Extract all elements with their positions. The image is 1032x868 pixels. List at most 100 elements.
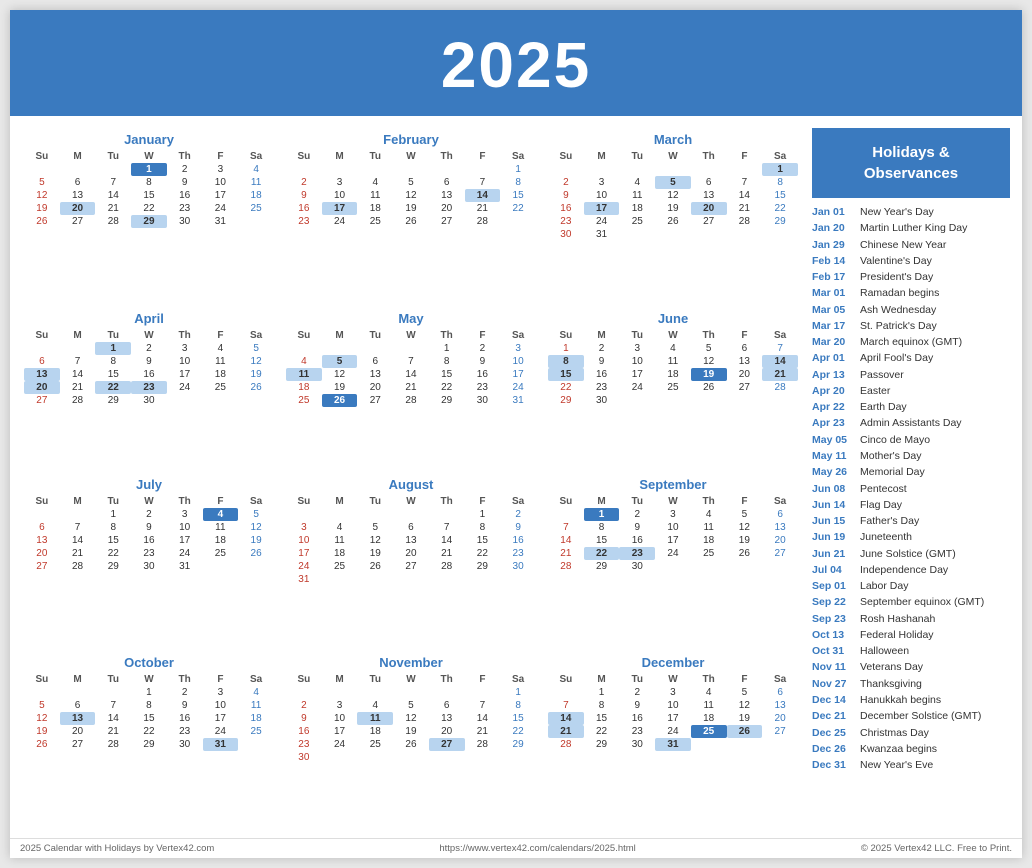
holiday-name: New Year's Eve (860, 757, 933, 773)
holiday-item: Dec 31New Year's Eve (812, 757, 1010, 773)
holiday-item: Apr 01April Fool's Day (812, 350, 1010, 366)
holiday-name: Veterans Day (860, 659, 923, 675)
holiday-name: Cinco de Mayo (860, 432, 930, 448)
day-header: Sa (500, 495, 536, 508)
day-cell: 31 (286, 573, 322, 586)
day-cell: 8 (584, 521, 620, 534)
day-cell: 9 (619, 521, 655, 534)
holiday-name: Federal Holiday (860, 627, 934, 643)
day-cell: 3 (619, 342, 655, 355)
holiday-date: Sep 01 (812, 578, 856, 594)
day-cell: 28 (727, 215, 763, 228)
day-cell: 1 (131, 163, 167, 176)
empty-day (691, 394, 727, 407)
day-cell: 4 (286, 355, 322, 368)
day-cell: 28 (548, 560, 584, 573)
day-cell: 7 (465, 699, 501, 712)
empty-day (95, 686, 131, 699)
day-header: F (203, 673, 239, 686)
holiday-date: Jan 01 (812, 204, 856, 220)
day-cell: 14 (429, 534, 465, 547)
day-cell: 8 (131, 699, 167, 712)
day-cell: 21 (60, 381, 96, 394)
footer: 2025 Calendar with Holidays by Vertex42.… (10, 838, 1022, 858)
holiday-name: Thanksgiving (860, 676, 922, 692)
empty-day (322, 573, 358, 586)
empty-day (691, 738, 727, 751)
month-block: AugustSuMTuWThFSa12345678910111213141516… (284, 473, 538, 648)
day-cell: 23 (619, 725, 655, 738)
day-cell: 12 (393, 712, 429, 725)
day-cell: 25 (238, 725, 274, 738)
day-cell: 11 (238, 176, 274, 189)
day-cell: 16 (167, 189, 203, 202)
day-cell: 21 (548, 547, 584, 560)
day-cell: 5 (691, 342, 727, 355)
month-title: January (24, 132, 274, 147)
day-cell: 19 (238, 368, 274, 381)
month-title: September (548, 477, 798, 492)
day-cell: 6 (429, 176, 465, 189)
day-cell: 19 (24, 202, 60, 215)
day-cell: 17 (655, 534, 691, 547)
empty-day (203, 560, 239, 573)
day-cell: 2 (167, 686, 203, 699)
day-cell: 15 (762, 189, 798, 202)
day-cell: 27 (393, 560, 429, 573)
empty-day (727, 560, 763, 573)
day-cell: 23 (500, 547, 536, 560)
day-header: Th (429, 673, 465, 686)
day-cell: 25 (203, 547, 239, 560)
day-cell: 27 (429, 215, 465, 228)
empty-day (238, 215, 274, 228)
day-header: Tu (357, 329, 393, 342)
day-cell: 9 (131, 355, 167, 368)
day-cell: 26 (727, 725, 763, 738)
day-header: Sa (238, 495, 274, 508)
day-cell: 25 (691, 725, 727, 738)
day-cell: 23 (167, 202, 203, 215)
holiday-item: Oct 13Federal Holiday (812, 627, 1010, 643)
empty-day (24, 163, 60, 176)
empty-day (762, 228, 798, 241)
day-cell: 25 (203, 381, 239, 394)
holiday-item: Jun 19Juneteenth (812, 529, 1010, 545)
empty-day (357, 508, 393, 521)
holiday-item: Nov 11Veterans Day (812, 659, 1010, 675)
month-title: March (548, 132, 798, 147)
day-cell: 13 (762, 521, 798, 534)
day-cell: 24 (203, 725, 239, 738)
day-header: Sa (238, 329, 274, 342)
day-cell: 2 (131, 342, 167, 355)
empty-day (24, 686, 60, 699)
holiday-date: Apr 22 (812, 399, 856, 415)
day-cell: 22 (95, 381, 131, 394)
day-header: Su (286, 329, 322, 342)
holiday-item: Mar 20March equinox (GMT) (812, 334, 1010, 350)
empty-day (465, 751, 501, 764)
holiday-date: Jun 14 (812, 497, 856, 513)
day-header: Tu (95, 150, 131, 163)
day-cell: 18 (655, 368, 691, 381)
day-cell: 22 (429, 381, 465, 394)
day-cell: 1 (762, 163, 798, 176)
month-table: SuMTuWThFSa12345678910111213141516171819… (548, 150, 798, 241)
day-header: Th (429, 150, 465, 163)
day-cell: 15 (95, 368, 131, 381)
day-cell: 6 (24, 355, 60, 368)
day-cell: 22 (548, 381, 584, 394)
empty-day (393, 508, 429, 521)
day-cell: 5 (238, 508, 274, 521)
empty-day (24, 342, 60, 355)
month-title: December (548, 655, 798, 670)
day-cell: 11 (286, 368, 322, 381)
day-cell: 1 (584, 686, 620, 699)
day-cell: 2 (548, 176, 584, 189)
holiday-date: Nov 27 (812, 676, 856, 692)
holiday-date: Jun 08 (812, 481, 856, 497)
day-cell: 29 (762, 215, 798, 228)
holiday-item: Apr 23Admin Assistants Day (812, 415, 1010, 431)
day-cell: 18 (357, 202, 393, 215)
holiday-item: Mar 17St. Patrick's Day (812, 318, 1010, 334)
holiday-item: Dec 25Christmas Day (812, 725, 1010, 741)
